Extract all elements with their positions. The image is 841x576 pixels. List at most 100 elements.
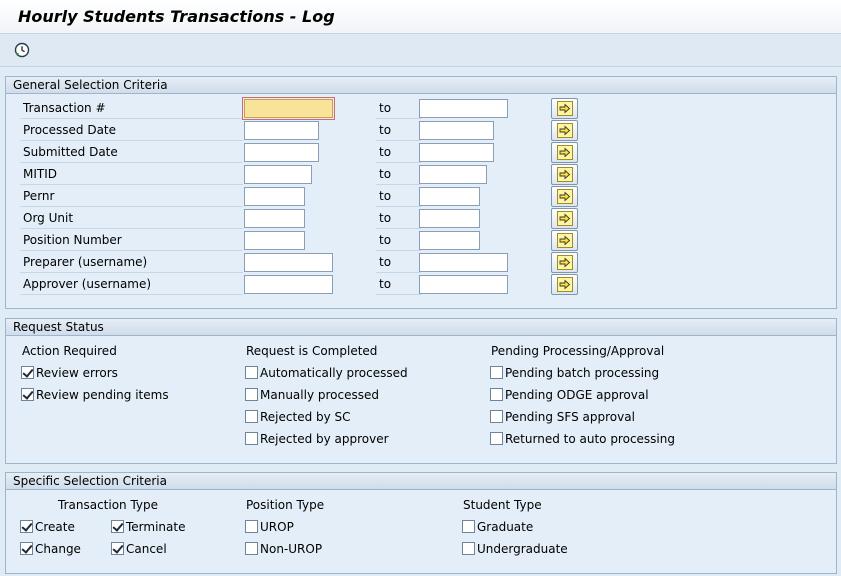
checkbox-label: Review errors [36, 366, 118, 380]
org-unit-from-input[interactable] [244, 209, 305, 228]
specific-selection-group: Specific Selection Criteria Transaction … [5, 472, 837, 574]
checkbox-label: Create [35, 520, 75, 534]
multiple-selection-button[interactable] [551, 186, 578, 207]
checkbox-box[interactable] [490, 410, 503, 423]
multiple-selection-button[interactable] [551, 230, 578, 251]
position-number-from-input[interactable] [244, 231, 305, 250]
pending-processing-title: Pending Processing/Approval [491, 344, 665, 358]
row-label: Position Number [20, 230, 243, 251]
checkbox-box[interactable] [462, 520, 475, 533]
position-number-to-input[interactable] [419, 231, 480, 250]
row-label: Approver (username) [20, 274, 243, 295]
checkbox-label: Pending SFS approval [505, 410, 635, 424]
automatically-processed-checkbox[interactable]: Automatically processed [245, 366, 408, 382]
preparer-to-input[interactable] [419, 253, 508, 272]
checkbox-label: Pending batch processing [505, 366, 660, 380]
arrow-right-multiple-selection-icon [557, 167, 573, 182]
row-label: Transaction # [20, 98, 243, 119]
returned-to-auto-processing-checkbox[interactable]: Returned to auto processing [490, 432, 675, 448]
row-label: Submitted Date [20, 142, 243, 163]
graduate-checkbox[interactable]: Graduate [462, 520, 533, 536]
pending-odge-approval-checkbox[interactable]: Pending ODGE approval [490, 388, 649, 404]
position-type-title: Position Type [246, 498, 325, 512]
multiple-selection-button[interactable] [551, 274, 578, 295]
to-label: to [376, 164, 421, 185]
checkbox-box[interactable] [245, 366, 258, 379]
general-selection-header: General Selection Criteria [6, 77, 836, 94]
arrow-right-multiple-selection-icon [557, 211, 573, 226]
preparer-from-input[interactable] [244, 253, 333, 272]
arrow-right-multiple-selection-icon [557, 123, 573, 138]
specific-selection-header: Specific Selection Criteria [6, 473, 836, 490]
mitid-to-input[interactable] [419, 165, 487, 184]
rejected-by-approver-checkbox[interactable]: Rejected by approver [245, 432, 389, 448]
checkbox-box[interactable] [490, 366, 503, 379]
multiple-selection-button[interactable] [551, 98, 578, 119]
checkbox-label: Graduate [477, 520, 534, 534]
checkbox-box[interactable] [111, 520, 124, 533]
terminate-checkbox[interactable]: Terminate [111, 520, 185, 536]
to-label: to [376, 274, 421, 295]
approver-from-input[interactable] [244, 275, 333, 294]
org-unit-to-input[interactable] [419, 209, 480, 228]
checkbox-box[interactable] [21, 388, 34, 401]
pernr-to-input[interactable] [419, 187, 480, 206]
submitted-date-from-input[interactable] [244, 143, 319, 162]
checkbox-label: UROP [260, 520, 294, 534]
checkbox-box[interactable] [245, 388, 258, 401]
multiple-selection-button[interactable] [551, 252, 578, 273]
transaction-from-input[interactable] [242, 97, 335, 120]
transaction-to-input[interactable] [419, 99, 508, 118]
transaction-type-title: Transaction Type [58, 498, 159, 512]
checkbox-box[interactable] [245, 520, 258, 533]
checkbox-box[interactable] [245, 432, 258, 445]
application-toolbar [0, 35, 841, 67]
row-label: Processed Date [20, 120, 243, 141]
checkbox-box[interactable] [20, 542, 33, 555]
arrow-right-multiple-selection-icon [557, 189, 573, 204]
to-label: to [376, 186, 421, 207]
rejected-by-sc-checkbox[interactable]: Rejected by SC [245, 410, 351, 426]
to-label: to [376, 208, 421, 229]
mitid-from-input[interactable] [244, 165, 312, 184]
student-type-title: Student Type [463, 498, 542, 512]
review-errors-checkbox[interactable]: Review errors [21, 366, 118, 382]
row-label: Preparer (username) [20, 252, 243, 273]
to-label: to [376, 230, 421, 251]
action-required-title: Action Required [22, 344, 117, 358]
to-label: to [376, 98, 421, 119]
multiple-selection-button[interactable] [551, 120, 578, 141]
checkbox-box[interactable] [490, 432, 503, 445]
multiple-selection-button[interactable] [551, 164, 578, 185]
processed-date-from-input[interactable] [244, 121, 319, 140]
undergraduate-checkbox[interactable]: Undergraduate [462, 542, 568, 558]
non-urop-checkbox[interactable]: Non-UROP [245, 542, 322, 558]
checkbox-box[interactable] [245, 542, 258, 555]
request-completed-title: Request is Completed [246, 344, 378, 358]
to-label: to [376, 252, 421, 273]
pending-sfs-approval-checkbox[interactable]: Pending SFS approval [490, 410, 635, 426]
urop-checkbox[interactable]: UROP [245, 520, 294, 536]
review-pending-items-checkbox[interactable]: Review pending items [21, 388, 169, 404]
checkbox-box[interactable] [245, 410, 258, 423]
multiple-selection-button[interactable] [551, 208, 578, 229]
checkbox-box[interactable] [20, 520, 33, 533]
checkbox-label: Manually processed [260, 388, 379, 402]
pernr-from-input[interactable] [244, 187, 305, 206]
multiple-selection-button[interactable] [551, 142, 578, 163]
approver-to-input[interactable] [419, 275, 508, 294]
processed-date-to-input[interactable] [419, 121, 494, 140]
checkbox-label: Change [35, 542, 81, 556]
manually-processed-checkbox[interactable]: Manually processed [245, 388, 379, 404]
checkbox-box[interactable] [111, 542, 124, 555]
create-checkbox[interactable]: Create [20, 520, 75, 536]
change-checkbox[interactable]: Change [20, 542, 81, 558]
pending-batch-processing-checkbox[interactable]: Pending batch processing [490, 366, 659, 382]
checkbox-box[interactable] [462, 542, 475, 555]
checkbox-box[interactable] [21, 366, 34, 379]
request-status-header: Request Status [6, 319, 836, 336]
submitted-date-to-input[interactable] [419, 143, 494, 162]
clock-execute-icon[interactable] [14, 42, 30, 58]
checkbox-box[interactable] [490, 388, 503, 401]
cancel-checkbox[interactable]: Cancel [111, 542, 167, 558]
